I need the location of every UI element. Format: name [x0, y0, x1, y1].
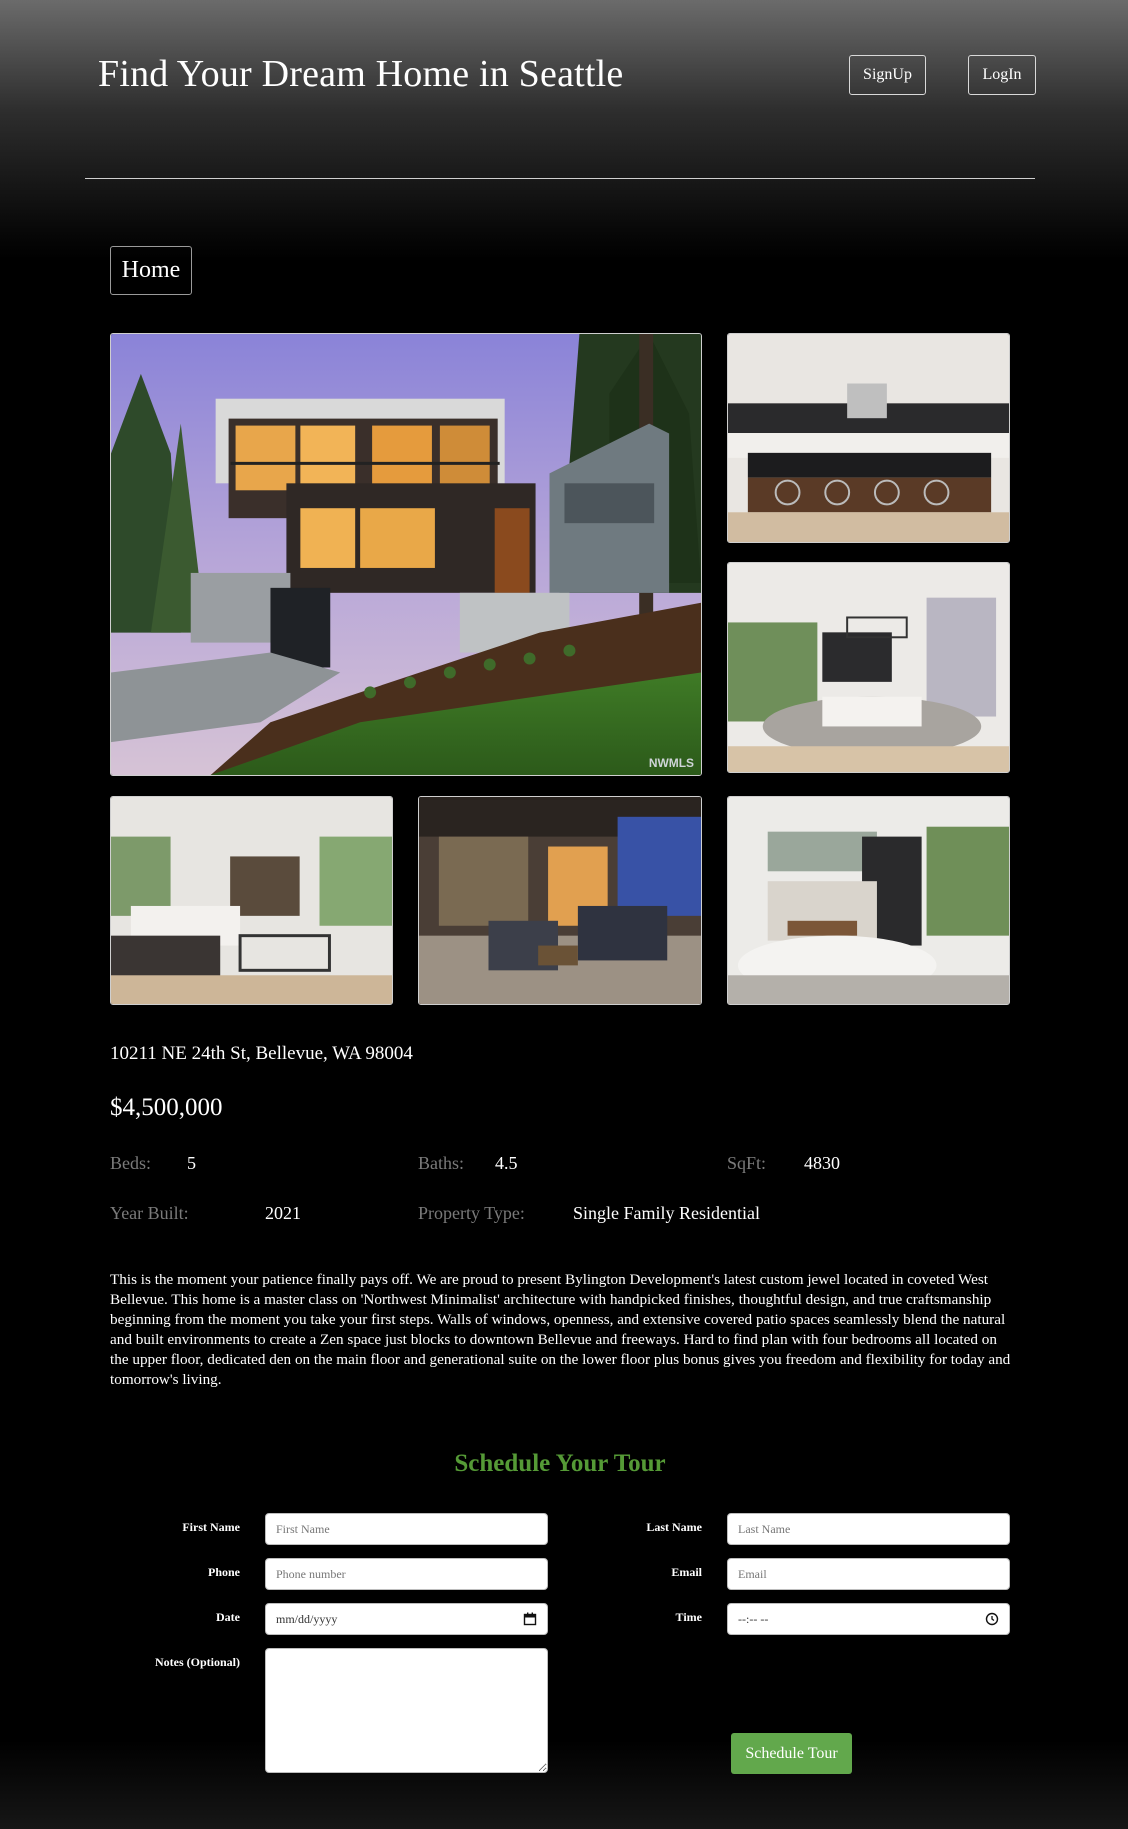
phone-label: Phone	[207, 1565, 240, 1579]
photo-bedroom[interactable]	[727, 796, 1010, 1005]
property-type-label: Property Type:	[418, 1203, 525, 1223]
phone-input[interactable]	[265, 1558, 548, 1590]
calendar-icon[interactable]	[523, 1612, 537, 1626]
listing-price: $4,500,000	[110, 1094, 223, 1121]
schedule-tour-title: Schedule Your Tour	[454, 1450, 666, 1477]
notes-label: Notes (Optional)	[155, 1655, 240, 1669]
photo-living-room[interactable]	[110, 796, 393, 1005]
photo-dining-room[interactable]	[727, 562, 1010, 773]
dining-room-image	[728, 563, 1009, 772]
beds-label: Beds:	[110, 1153, 152, 1173]
date-placeholder: mm/dd/yyyy	[276, 1612, 338, 1626]
notes-textarea[interactable]	[265, 1648, 548, 1773]
time-placeholder: --:-- --	[738, 1612, 769, 1626]
patio-image	[419, 797, 701, 1004]
last-name-label: Last Name	[646, 1520, 702, 1534]
living-room-image	[111, 797, 392, 1004]
beds-value: 5	[187, 1153, 196, 1173]
time-input[interactable]: --:-- --	[727, 1603, 1010, 1635]
property-type-value: Single Family Residential	[573, 1203, 760, 1223]
site-title: Find Your Dream Home in Seattle	[98, 53, 624, 95]
watermark-text: NWMLS	[649, 756, 694, 770]
baths-value: 4.5	[495, 1153, 518, 1173]
photo-patio[interactable]	[418, 796, 702, 1005]
baths-label: Baths:	[418, 1153, 465, 1173]
header-divider	[85, 178, 1035, 179]
signup-button[interactable]: SignUp	[849, 55, 926, 95]
date-input[interactable]: mm/dd/yyyy	[265, 1603, 548, 1635]
year-built-label: Year Built:	[110, 1203, 189, 1223]
sqft-label: SqFt:	[727, 1153, 767, 1173]
sqft-value: 4830	[804, 1153, 840, 1173]
photo-kitchen[interactable]	[727, 333, 1010, 543]
date-label: Date	[216, 1610, 240, 1624]
time-label: Time	[675, 1610, 702, 1624]
home-button[interactable]: Home	[110, 246, 192, 295]
listing-description: This is the moment your patience finally…	[110, 1271, 1011, 1388]
last-name-input[interactable]	[727, 1513, 1010, 1545]
email-label: Email	[671, 1565, 702, 1579]
year-built-value: 2021	[265, 1203, 301, 1223]
email-input[interactable]	[727, 1558, 1010, 1590]
clock-icon[interactable]	[985, 1612, 999, 1626]
schedule-tour-button[interactable]: Schedule Tour	[731, 1733, 852, 1774]
listing-address: 10211 NE 24th St, Bellevue, WA 98004	[110, 1043, 413, 1064]
exterior-image: NWMLS	[111, 334, 701, 775]
bedroom-image	[728, 797, 1009, 1004]
photo-exterior[interactable]: NWMLS	[110, 333, 702, 776]
first-name-input[interactable]	[265, 1513, 548, 1545]
login-button[interactable]: LogIn	[968, 55, 1036, 95]
first-name-label: First Name	[182, 1520, 240, 1534]
kitchen-image	[728, 334, 1009, 542]
